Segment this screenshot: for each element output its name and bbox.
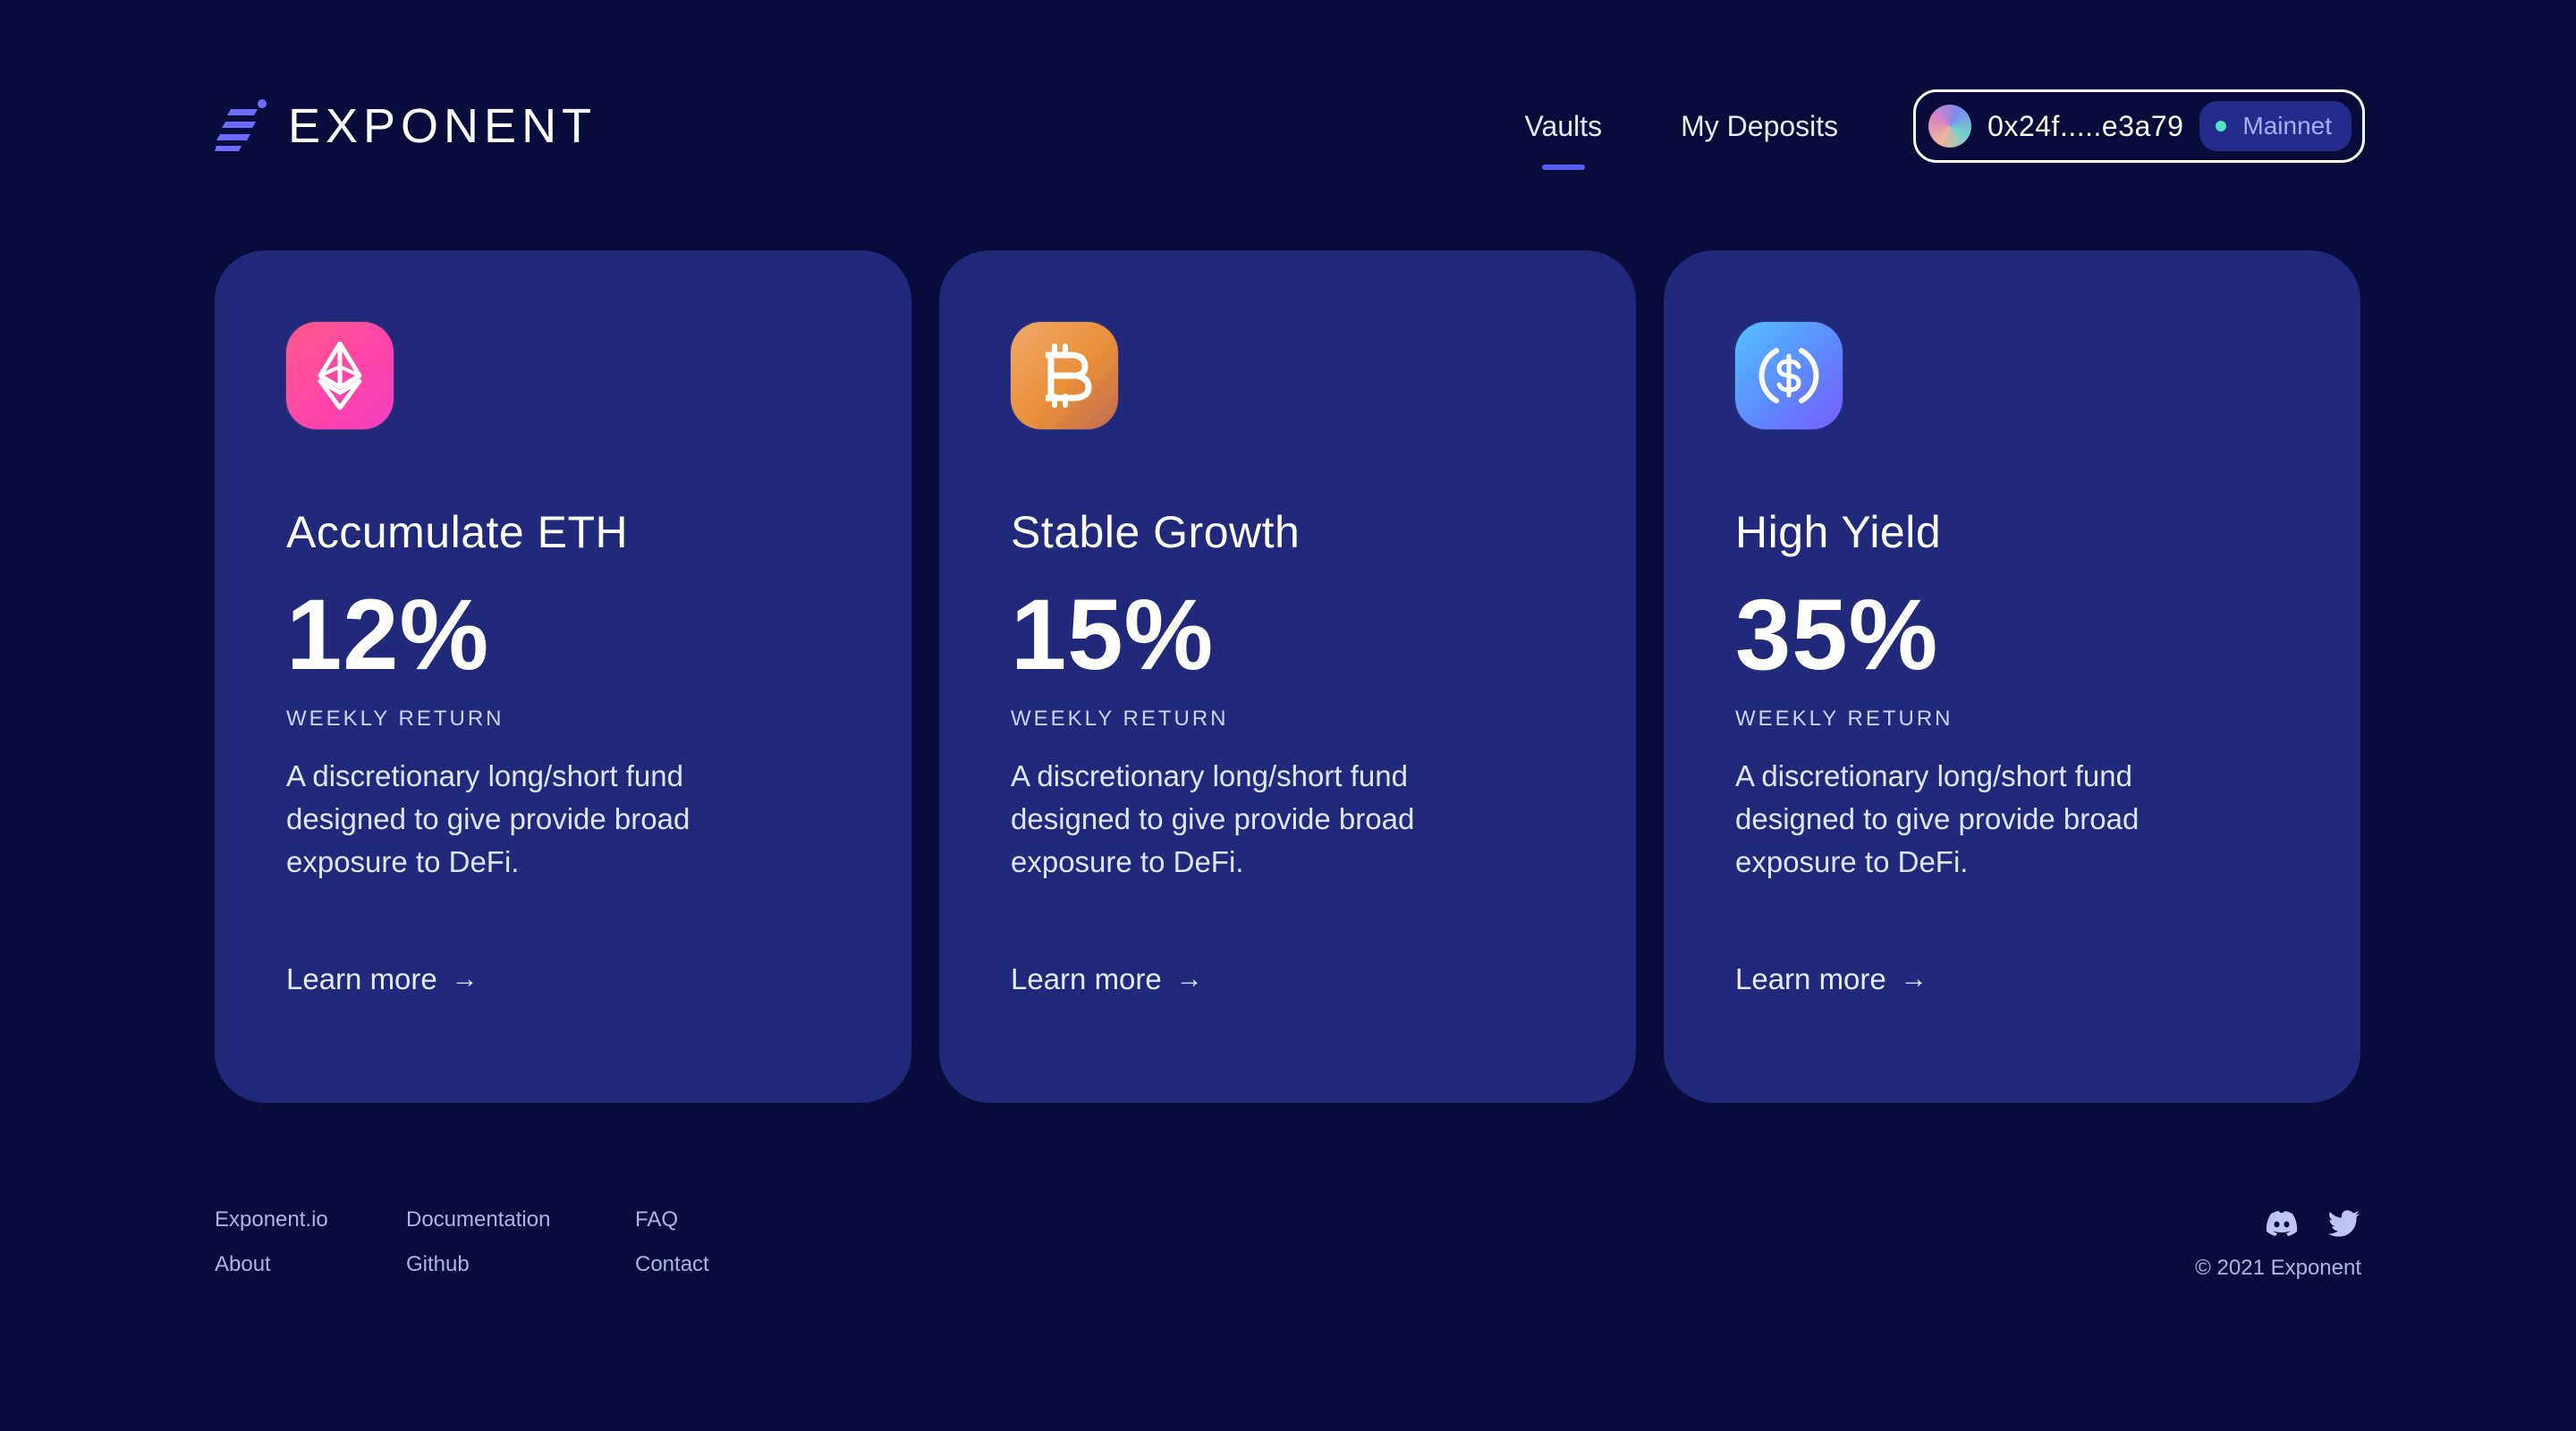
vault-description: A discretionary long/short fund designed… [1735, 759, 2140, 878]
exponent-logo-icon [215, 99, 267, 151]
wallet-avatar [1928, 105, 1972, 148]
footer-right: © 2021 Exponent [2004, 1207, 2361, 1281]
footer-link-github[interactable]: Github [406, 1252, 635, 1277]
vault-title: Accumulate ETH [286, 507, 629, 557]
arrow-right-icon: → [1900, 964, 1928, 994]
learn-more-label: Learn more [1011, 962, 1162, 995]
social-links [2265, 1207, 2361, 1240]
vault-rate-label: WEEKLY RETURN [1011, 707, 1229, 731]
main-nav: Vaults My Deposits 0x24f.....e3a79 Mainn… [1521, 89, 2365, 170]
footer-link-exponent-io[interactable]: Exponent.io [215, 1207, 406, 1232]
arrow-right-icon: → [451, 964, 479, 994]
ethereum-icon [286, 322, 394, 429]
brand-name: EXPONENT [288, 99, 597, 153]
network-badge[interactable]: Mainnet [2199, 101, 2351, 151]
footer-link-faq[interactable]: FAQ [635, 1207, 778, 1232]
footer-links: Exponent.io Documentation FAQ About Gith… [215, 1207, 778, 1277]
footer-link-documentation[interactable]: Documentation [406, 1207, 635, 1232]
vault-rate-label: WEEKLY RETURN [286, 707, 504, 731]
vault-title: Stable Growth [1011, 507, 1301, 557]
discord-icon[interactable] [2265, 1208, 2299, 1239]
network-status-dot [2216, 121, 2227, 131]
nav-item-vaults[interactable]: Vaults [1521, 110, 1606, 170]
vault-card-high-yield[interactable]: High Yield 35% WEEKLY RETURN A discretio… [1664, 250, 2360, 1103]
learn-more-link[interactable]: Learn more → [1011, 962, 1203, 996]
learn-more-label: Learn more [286, 962, 437, 995]
usdc-icon [1735, 322, 1843, 429]
vault-rate: 15% [1011, 579, 1215, 690]
vault-rate: 35% [1735, 579, 1939, 690]
learn-more-link[interactable]: Learn more → [1735, 962, 1928, 996]
learn-more-link[interactable]: Learn more → [286, 962, 479, 996]
bitcoin-icon [1011, 322, 1118, 429]
footer-link-about[interactable]: About [215, 1252, 406, 1277]
vault-rate: 12% [286, 579, 490, 690]
vault-card-stable-growth[interactable]: Stable Growth 15% WEEKLY RETURN A discre… [939, 250, 1636, 1103]
arrow-right-icon: → [1175, 964, 1203, 994]
vaults-page: EXPONENT Vaults My Deposits 0x24f.....e3… [0, 0, 2576, 1431]
wallet-address: 0x24f.....e3a79 [1987, 109, 2184, 142]
vault-description: A discretionary long/short fund designed… [286, 759, 691, 878]
footer-link-contact[interactable]: Contact [635, 1252, 778, 1277]
vault-cards: Accumulate ETH 12% WEEKLY RETURN A discr… [215, 250, 2361, 1103]
twitter-icon[interactable] [2327, 1208, 2361, 1239]
vault-description: A discretionary long/short fund designed… [1011, 759, 1415, 878]
network-label: Mainnet [2242, 112, 2332, 140]
vault-card-accumulate-eth[interactable]: Accumulate ETH 12% WEEKLY RETURN A discr… [215, 250, 911, 1103]
vault-title: High Yield [1735, 507, 1942, 557]
vault-rate-label: WEEKLY RETURN [1735, 707, 1953, 731]
nav-item-my-deposits[interactable]: My Deposits [1677, 110, 1842, 143]
brand[interactable]: EXPONENT [215, 98, 597, 154]
wallet-button[interactable]: 0x24f.....e3a79 Mainnet [1913, 89, 2365, 163]
copyright-text: © 2021 Exponent [2195, 1256, 2361, 1280]
top-header: EXPONENT Vaults My Deposits 0x24f.....e3… [215, 88, 2365, 170]
learn-more-label: Learn more [1735, 962, 1886, 995]
